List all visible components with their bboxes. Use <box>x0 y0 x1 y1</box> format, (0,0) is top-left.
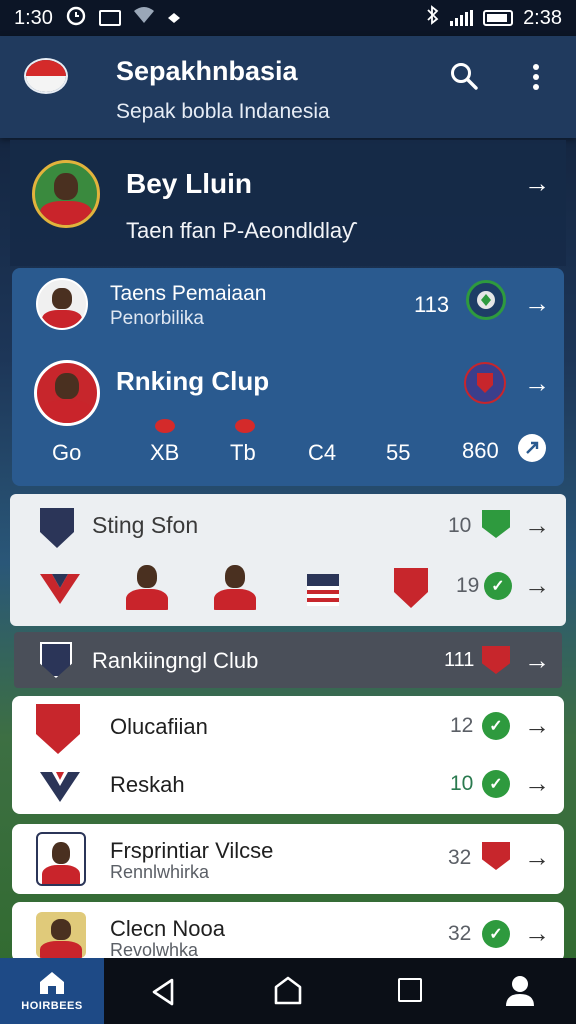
player-card-subtitle: Rennlwhirka <box>110 862 210 882</box>
player-avatar <box>34 360 100 426</box>
team-title: Taens Pemaiaan <box>110 282 267 305</box>
standings-title: Sting Sfon <box>92 512 199 538</box>
app-subtitle: Sepak bobla Indanesia <box>116 100 330 123</box>
red-card-icon <box>154 418 176 434</box>
team-value: 113 <box>414 292 450 317</box>
club-crest-icon <box>482 842 510 870</box>
chevron-right-icon[interactable]: → <box>524 572 550 598</box>
chevron-right-icon[interactable]: → <box>524 920 550 946</box>
signal-icon <box>450 10 474 26</box>
club-shield-icon <box>40 508 74 548</box>
club-shield-icon <box>394 568 428 608</box>
status-time: 1:30 <box>14 6 53 29</box>
player-card-value: 32 <box>448 846 472 869</box>
club-logo-icon <box>38 768 82 804</box>
chevron-right-icon[interactable]: → <box>524 647 550 673</box>
chevron-right-icon[interactable]: → <box>524 844 550 870</box>
stat-3: Tb <box>230 440 256 465</box>
ranking-club-bar-title: Rankiingngl Club <box>92 648 259 673</box>
app-title: Sepakhnbasia <box>116 56 298 86</box>
ranking-club-title: Rnking Clup <box>116 366 270 396</box>
profile-subtitle: Taen ffan P-Aeondldlaƴ <box>126 218 354 243</box>
check-badge-icon: ✓ <box>484 572 512 600</box>
profile-name: Bey Lluin <box>126 168 253 199</box>
app-bar: Sepakhnbasia Sepak bobla Indanesia <box>0 36 576 138</box>
team-subtitle: Penorbilika <box>110 308 204 329</box>
club-crest-icon <box>482 646 510 674</box>
home-icon <box>40 972 64 994</box>
player-avatar <box>36 832 86 886</box>
player-card[interactable]: Clecn Nooa Revolwhka 32 ✓ → <box>12 902 564 962</box>
ranking-club-bar[interactable]: Rankiingngl Club 111 → <box>14 632 562 688</box>
stat-6: 860 <box>462 438 499 463</box>
status-bar: 1:30 2:38 <box>0 0 576 36</box>
search-icon[interactable] <box>450 62 478 90</box>
list-item-title[interactable]: Olucafiian <box>110 714 208 740</box>
chevron-right-icon[interactable]: → <box>524 712 550 738</box>
check-badge-icon: ✓ <box>482 920 510 948</box>
team-avatar <box>36 278 88 330</box>
check-badge-icon: ✓ <box>482 770 510 798</box>
cast-icon <box>167 7 181 30</box>
recent-apps-icon[interactable] <box>398 978 422 1002</box>
chevron-right-icon[interactable]: → <box>524 370 550 396</box>
ranking-panel: Taens Pemaiaan Penorbilika 113 → Rnking … <box>12 268 564 486</box>
bottom-navigation: HOIRBEES <box>0 958 576 1024</box>
battery-icon <box>483 10 514 26</box>
standings-value-1: 10 <box>448 514 472 537</box>
more-vert-icon[interactable] <box>526 62 546 92</box>
chevron-right-icon[interactable]: → <box>524 170 550 196</box>
club-logo-icon <box>38 570 82 606</box>
stat-4: C4 <box>308 440 337 465</box>
club-list-card: Olucafiian 12 ✓ → Reskah 10 ✓ → <box>12 696 564 814</box>
player-card-title: Frsprintiar Vilcse <box>110 838 274 863</box>
ranking-club-bar-value: 111 <box>444 649 475 671</box>
club-shield-icon <box>36 704 80 754</box>
home-circle-icon[interactable] <box>274 976 302 1011</box>
home-tab[interactable]: HOIRBEES <box>0 958 104 1024</box>
standings-value-2: 19 <box>456 574 480 597</box>
back-icon[interactable] <box>150 978 176 1011</box>
red-card-icon <box>234 418 256 434</box>
indonesia-flag-icon <box>24 58 68 94</box>
check-badge-icon: ✓ <box>482 712 510 740</box>
player-card-title: Clecn Nooa <box>110 916 225 941</box>
profile-icon[interactable] <box>504 974 536 1013</box>
standings-panel: Sting Sfon 10 → 19 ✓ → <box>10 494 566 626</box>
home-tab-label: HOIRBEES <box>21 1000 83 1012</box>
list-item-value: 12 <box>450 714 474 737</box>
club-crest-icon <box>464 362 506 404</box>
chevron-right-icon[interactable]: → <box>524 290 550 316</box>
player-avatar <box>210 556 260 610</box>
gallery-icon <box>98 10 121 26</box>
wifi-icon <box>133 6 155 30</box>
club-crest-icon <box>482 510 510 538</box>
player-card[interactable]: Frsprintiar Vilcse Rennlwhirka 32 → <box>12 824 564 894</box>
share-icon[interactable] <box>518 434 546 462</box>
bluetooth-icon <box>426 5 440 31</box>
status-time-right: 2:38 <box>523 6 562 29</box>
stat-2: XB <box>150 440 180 465</box>
stat-1: Go <box>52 440 82 465</box>
profile-card[interactable]: Bey Lluin Taen ffan P-Aeondldlaƴ → <box>10 140 566 266</box>
stat-5: 55 <box>386 440 411 465</box>
chevron-right-icon[interactable]: → <box>524 512 550 538</box>
club-crest-icon <box>466 280 506 320</box>
club-flag-icon <box>306 566 340 608</box>
club-shield-icon <box>40 642 72 678</box>
player-avatar <box>122 556 172 610</box>
chevron-right-icon[interactable]: → <box>524 770 550 796</box>
player-avatar <box>36 912 86 958</box>
player-card-value: 32 <box>448 922 472 945</box>
alarm-icon <box>65 4 87 32</box>
profile-avatar <box>32 160 100 228</box>
list-item-title[interactable]: Reskah <box>110 772 185 798</box>
list-item-value: 10 <box>450 772 474 795</box>
